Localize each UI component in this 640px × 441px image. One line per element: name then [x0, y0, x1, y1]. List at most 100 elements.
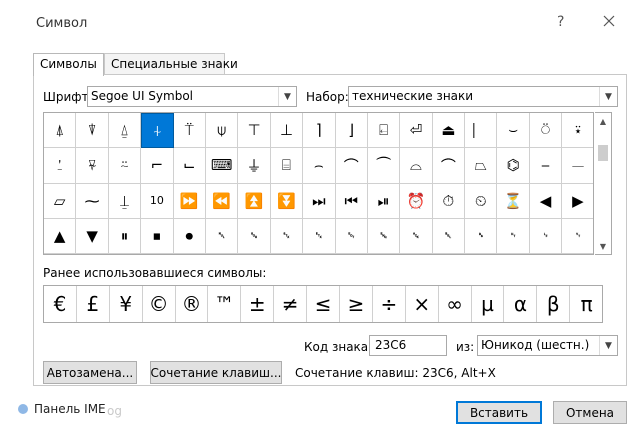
symbol-cell[interactable]: ⊥ — [270, 113, 304, 149]
recent-symbol-cell[interactable]: × — [406, 286, 439, 322]
symbol-cell[interactable]: ⏪ — [205, 183, 239, 219]
help-icon[interactable]: ? — [557, 14, 564, 30]
scroll-down-icon[interactable]: ▼ — [595, 238, 611, 254]
symbol-cell[interactable]: ⍡ — [173, 113, 206, 149]
symbol-cell[interactable]: ⌉ — [303, 113, 336, 149]
close-icon[interactable] — [601, 13, 617, 29]
symbol-cell[interactable]: ▲ — [44, 218, 77, 254]
recent-symbol-cell[interactable]: π — [570, 286, 603, 322]
symbol-cell[interactable]: ⌙ — [173, 148, 206, 184]
symbol-cell[interactable]: ␄ — [335, 218, 368, 254]
symbol-cell[interactable]: ⏬ — [270, 183, 304, 219]
symbol-cell[interactable]: ⁓ — [76, 183, 109, 219]
symbol-cell[interactable]: ▼ — [76, 218, 109, 254]
symbol-cell[interactable]: ⏰ — [400, 183, 433, 219]
symbol-cell[interactable]: ⌒ — [335, 148, 368, 184]
symbol-cell[interactable]: ⏫ — [238, 183, 271, 219]
symbol-cell[interactable]: ⊤ — [238, 113, 271, 149]
symbol-cell[interactable]: ␊ — [529, 218, 563, 254]
symbol-cell[interactable]: ▶ — [562, 184, 593, 219]
recent-symbol-cell[interactable]: ≤ — [307, 286, 341, 322]
symbol-cell[interactable]: ⏏ — [432, 113, 466, 149]
tab-symbols[interactable]: Символы — [33, 53, 104, 76]
symbol-cell[interactable]: ⍣ — [562, 113, 593, 149]
recent-symbol-cell[interactable]: ≠ — [274, 286, 308, 322]
symbol-cell[interactable]: ⎸ — [465, 113, 498, 149]
symbol-cell[interactable]: ⏚ — [238, 148, 271, 184]
symbol-cell[interactable]: ⍊ — [108, 183, 142, 219]
symbol-cell[interactable]: ⌓ — [400, 148, 433, 184]
symbol-cell[interactable]: ␁ — [238, 218, 271, 254]
symbol-cell[interactable]: ⌐ — [141, 148, 174, 184]
symbol-cell[interactable]: ⏤ — [562, 148, 593, 184]
symbol-cell[interactable]: ⏺ — [173, 218, 206, 254]
recent-symbol-cell[interactable]: α — [504, 286, 538, 322]
recent-symbol-cell[interactable]: ¥ — [110, 286, 143, 322]
autocorrect-button[interactable]: Автозамена... — [43, 361, 137, 384]
symbol-cell[interactable]: ⏱ — [432, 183, 466, 219]
scroll-up-icon[interactable]: ▲ — [595, 113, 611, 129]
symbol-cell[interactable]: ⌬ — [497, 148, 530, 184]
recent-symbol-cell[interactable]: ® — [176, 286, 209, 322]
char-code-input[interactable]: 23C6 — [369, 335, 447, 356]
symbol-cell[interactable]: ⍦ — [205, 113, 239, 149]
symbol-cell[interactable]: ⏸ — [108, 218, 142, 254]
symbol-cell[interactable]: ⍒ — [76, 113, 109, 149]
scroll-thumb[interactable] — [598, 145, 608, 161]
symbol-cell[interactable]: ⎯ — [529, 148, 563, 184]
recent-symbol-cell[interactable]: µ — [472, 286, 505, 322]
symbol-cell[interactable]: ⍘ — [44, 148, 77, 184]
grid-scrollbar[interactable]: ▲ ▼ — [595, 112, 612, 255]
font-select[interactable]: Segoe UI Symbol ▼ — [87, 86, 297, 107]
recent-symbol-cell[interactable]: ÷ — [373, 286, 406, 322]
symbol-cell[interactable]: ⌢ — [303, 148, 336, 184]
symbol-cell[interactable]: ␃ — [303, 218, 336, 254]
symbol-cell[interactable]: ⍋ — [44, 113, 77, 149]
symbol-cell[interactable]: ␇ — [432, 218, 466, 254]
insert-button[interactable]: Вставить — [456, 401, 542, 424]
symbol-cell[interactable]: ⍭ — [141, 113, 174, 149]
symbol-cell[interactable]: ⏎ — [400, 113, 433, 149]
symbol-cell[interactable]: ◀ — [529, 183, 563, 219]
symbol-cell[interactable]: ⏮ — [335, 183, 368, 219]
symbol-cell[interactable]: ␅ — [367, 218, 401, 254]
recent-symbol-cell[interactable]: ™ — [208, 286, 242, 322]
symbol-cell[interactable]: ⌸ — [270, 148, 304, 184]
symbol-cell[interactable]: ⌨ — [205, 148, 239, 184]
recent-symbol-cell[interactable]: ≥ — [340, 286, 373, 322]
symbol-cell[interactable]: ⏲ — [465, 183, 498, 219]
recent-symbol-cell[interactable]: € — [44, 286, 77, 322]
encoding-select[interactable]: Юникод (шестн.) ▼ — [477, 335, 618, 356]
symbol-cell[interactable]: ⌒ — [432, 148, 466, 184]
symbol-cell[interactable]: ⍥ — [529, 113, 563, 149]
symbol-cell[interactable]: ⏢ — [465, 148, 498, 184]
symbol-cell[interactable]: ⏭ — [303, 183, 336, 219]
recent-symbol-cell[interactable]: £ — [77, 286, 110, 322]
recent-symbol-cell[interactable]: ± — [241, 286, 275, 322]
symbol-cell[interactable]: ⍇ — [367, 113, 401, 149]
symbol-cell[interactable]: ⌣ — [497, 113, 530, 149]
recent-symbols-grid[interactable]: € £ ¥ © ® ™ ± ≠ ≤ ≥ ÷ × ∞ µ α β π — [43, 285, 603, 323]
symbol-cell[interactable]: ⍙ — [108, 113, 142, 149]
symbol-cell[interactable]: ⏩ — [173, 183, 206, 219]
symbol-cell[interactable]: ⏳ — [497, 183, 530, 219]
symbol-cell[interactable]: ⏯ — [367, 183, 401, 219]
symbol-cell[interactable]: 10 — [141, 183, 174, 219]
symbol-cell[interactable]: ⏜ — [367, 148, 401, 184]
recent-symbol-cell[interactable]: © — [143, 286, 176, 322]
symbol-cell[interactable]: ␂ — [270, 218, 304, 254]
recent-symbol-cell[interactable]: ∞ — [439, 286, 472, 322]
symbol-grid[interactable]: ⍋ ⍒ ⍙ ⍭ ⍡ ⍦ ⊤ ⊥ ⌉ ⌋ ⍇ ⏎ ⏏ ⎸ ⌣ ⍥ ⍣ ⍘ ⍫ ⍨ ⌐ ⌙ ⌨ ⏚ ⌸ ⌢ ⌒ ⏜ ⌓ ⌒ ⏢ ⌬ ⎯ ⏤ ▱ ⁓ ⍊ 10 ⏩… — [43, 112, 594, 255]
symbol-cell[interactable]: ⍨ — [108, 148, 142, 184]
symbol-cell[interactable]: ␀ — [205, 218, 239, 254]
recent-symbol-cell[interactable]: β — [537, 286, 571, 322]
shortcut-key-button[interactable]: Сочетание клавиш... — [150, 361, 282, 384]
subset-select[interactable]: технические знаки ▼ — [348, 86, 618, 107]
symbol-cell[interactable]: ▱ — [44, 183, 77, 219]
cancel-button[interactable]: Отмена — [553, 401, 627, 424]
symbol-cell[interactable]: ⏹ — [141, 218, 174, 254]
symbol-cell[interactable]: ␈ — [465, 218, 498, 254]
symbol-cell[interactable]: ␆ — [400, 218, 433, 254]
symbol-cell[interactable]: ⌋ — [335, 113, 368, 149]
symbol-cell[interactable]: ␉ — [497, 218, 530, 254]
